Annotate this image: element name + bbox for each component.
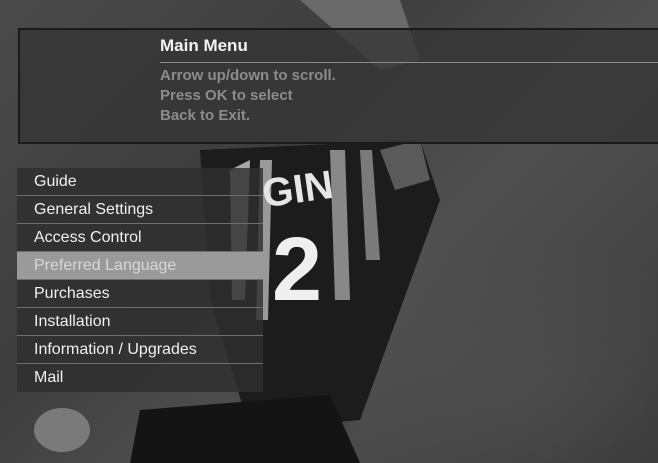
help-panel: Main Menu Arrow up/down to scroll. Press… xyxy=(18,28,658,144)
instruction-scroll: Arrow up/down to scroll. xyxy=(160,67,336,84)
menu-item-installation[interactable]: Installation xyxy=(17,308,263,336)
menu-item-guide[interactable]: Guide xyxy=(17,168,263,196)
instruction-select: Press OK to select xyxy=(160,87,293,104)
menu-item-access-control[interactable]: Access Control xyxy=(17,224,263,252)
menu-item-preferred-language[interactable]: Preferred Language xyxy=(17,252,263,280)
panel-instructions: Arrow up/down to scroll. Press OK to sel… xyxy=(160,66,336,126)
main-menu-list: Guide General Settings Access Control Pr… xyxy=(17,168,263,392)
menu-item-information-upgrades[interactable]: Information / Upgrades xyxy=(17,336,263,364)
menu-item-general-settings[interactable]: General Settings xyxy=(17,196,263,224)
menu-item-purchases[interactable]: Purchases xyxy=(17,280,263,308)
tv-screen: GIN 2 Main Menu Arrow up/down to scroll.… xyxy=(0,0,658,463)
panel-title: Main Menu xyxy=(160,36,248,55)
menu-item-mail[interactable]: Mail xyxy=(17,364,263,392)
instruction-exit: Back to Exit. xyxy=(160,107,251,124)
jersey-number: 2 xyxy=(272,220,322,320)
panel-divider xyxy=(160,62,658,63)
